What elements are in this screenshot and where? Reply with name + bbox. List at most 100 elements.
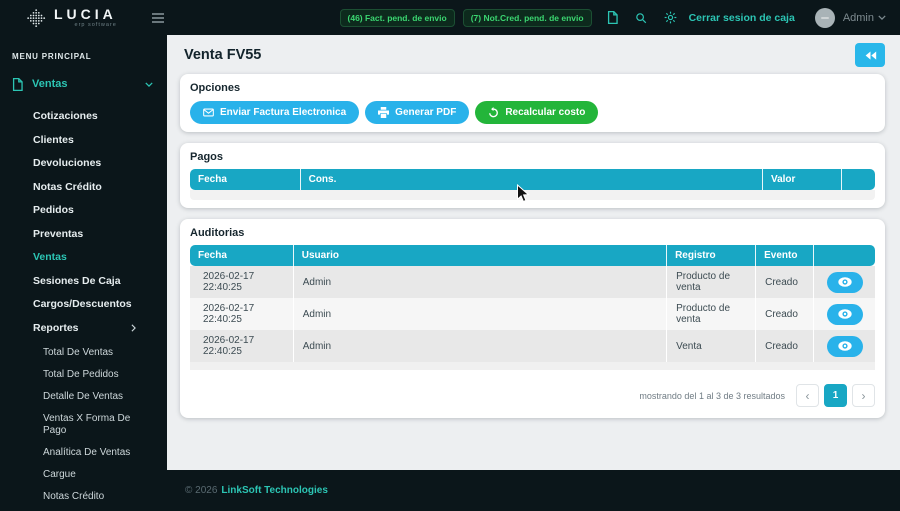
main-content: Venta FV55 Opciones Enviar Factura Elect… [167,35,900,470]
sidebar-subitem-total-de-pedidos[interactable]: Total De Pedidos [0,364,167,386]
sidebar: MENU PRINCIPAL Ventas CotizacionesClient… [0,35,167,511]
sidebar-parent-label: Ventas [32,78,67,90]
sidebar-item-cotizaciones[interactable]: Cotizaciones [0,105,167,129]
audit-cell-evento: Creado [755,330,813,362]
settings-nav-button[interactable] [662,9,679,26]
sidebar-toggle-button[interactable] [148,9,168,27]
audit-cell-registro: Producto de venta [666,298,755,330]
sidebar-item-reportes[interactable]: Reportes [0,317,167,341]
brand-tagline: erp software [75,22,117,28]
audit-col-actions [813,245,875,266]
user-avatar[interactable] [815,8,835,28]
document-nav-button[interactable] [605,9,620,26]
audit-cell-fecha: 2026-02-17 22:40:25 [190,266,293,298]
button-label: Generar PDF [395,107,456,118]
sidebar-item-clientes[interactable]: Clientes [0,129,167,153]
audit-cell-action [813,330,875,362]
auditorias-header-row: Fecha Usuario Registro Evento [190,245,875,266]
top-navbar: LUCIA erp software (46) Fact. pend. de e… [0,0,900,35]
sidebar-item-notas-credito[interactable]: Notas Crédito [0,176,167,200]
app-root: LUCIA erp software (46) Fact. pend. de e… [0,0,900,511]
search-icon [635,12,647,24]
view-audit-button[interactable] [827,304,863,325]
gear-icon [664,11,677,24]
audit-cell-registro: Venta [666,330,755,362]
hamburger-icon [152,13,164,23]
pagination-page-button[interactable]: 1 [824,384,847,407]
pagos-title: Pagos [190,151,875,163]
sidebar-item-cargos-descuentos[interactable]: Cargos/Descuentos [0,293,167,317]
sidebar-menu-list: CotizacionesClientesDevolucionesNotas Cr… [0,105,167,317]
opciones-buttons: Enviar Factura Electronica Generar PDF R… [190,101,875,124]
user-menu-toggle[interactable] [878,15,886,20]
eye-icon [838,309,852,319]
generar-pdf-button[interactable]: Generar PDF [365,101,469,124]
enviar-factura-electronica-button[interactable]: Enviar Factura Electronica [190,101,359,124]
eye-icon [838,277,852,287]
auditorias-title: Auditorias [190,227,875,239]
audit-cell-registro: Producto de venta [666,266,755,298]
sidebar-item-ventas[interactable]: Ventas [0,246,167,270]
audit-row: 2026-02-17 22:40:25AdminProducto de vent… [190,266,875,298]
sidebar-item-pedidos[interactable]: Pedidos [0,199,167,223]
audit-col-fecha: Fecha [190,245,293,266]
view-audit-button[interactable] [827,336,863,357]
brand-logo[interactable]: LUCIA erp software [0,7,148,29]
collapse-panel-button[interactable] [855,43,885,67]
audit-cell-fecha: 2026-02-17 22:40:25 [190,298,293,330]
sidebar-subitem-notas-credito[interactable]: Notas Crédito [0,486,167,508]
reportes-expand [131,324,136,332]
audit-cell-usuario: Admin [293,298,666,330]
auditorias-table: Fecha Usuario Registro Evento 2026-02-17… [190,245,875,362]
notas-credito-pendientes-badge[interactable]: (7) Not.Cred. pend. de envio [463,9,592,27]
sidebar-parent-toggle [145,82,153,87]
pagos-header-row: Fecha Cons. Valor [190,169,875,190]
pagos-col-cons: Cons. [300,169,762,190]
sidebar-subitem-analitica-de-ventas[interactable]: Analítica De Ventas [0,442,167,464]
sidebar-section-label: MENU PRINCIPAL [0,52,167,61]
footer-company-link[interactable]: LinkSoft Technologies [221,485,327,496]
sidebar-item-ventas-parent[interactable]: Ventas [0,76,167,92]
audit-cell-usuario: Admin [293,330,666,362]
view-audit-button[interactable] [827,272,863,293]
cerrar-sesion-caja-link[interactable]: Cerrar sesion de caja [689,12,795,24]
pagos-col-actions [841,169,875,190]
pagination: mostrando del 1 al 3 de 3 resultados ‹ 1… [190,384,875,410]
pagos-empty-body [190,190,875,200]
recalcular-costo-button[interactable]: Recalcular costo [475,101,598,124]
audit-cell-action [813,298,875,330]
sidebar-subitem-ventas-x-forma-de-pago[interactable]: Ventas X Forma De Pago [0,408,167,442]
printer-icon [378,107,389,118]
user-menu-label[interactable]: Admin [843,12,874,24]
sidebar-item-sesiones-de-caja[interactable]: Sesiones De Caja [0,270,167,294]
pagination-next-button[interactable]: › [852,384,875,407]
audit-row: 2026-02-17 22:40:25AdminVentaCreado [190,330,875,362]
audit-cell-usuario: Admin [293,266,666,298]
audit-cell-evento: Creado [755,298,813,330]
audit-row: 2026-02-17 22:40:25AdminProducto de vent… [190,298,875,330]
avatar-placeholder [821,17,829,19]
sidebar-subitem-detalle-de-ventas[interactable]: Detalle De Ventas [0,386,167,408]
refresh-icon [488,107,499,118]
pagos-col-fecha: Fecha [190,169,300,190]
pagos-col-valor: Valor [762,169,841,190]
pagination-prev-button[interactable]: ‹ [796,384,819,407]
navbar-right: (46) Fact. pend. de envio (7) Not.Cred. … [332,8,900,28]
opciones-card: Opciones Enviar Factura Electronica Gene… [180,74,885,132]
fast-backward-icon [864,50,877,61]
eye-icon [838,341,852,351]
audit-col-registro: Registro [666,245,755,266]
sidebar-item-devoluciones[interactable]: Devoluciones [0,152,167,176]
auditorias-card: Auditorias Fecha Usuario Registro Evento… [180,219,885,418]
facturas-pendientes-badge[interactable]: (46) Fact. pend. de envio [340,9,455,27]
search-nav-button[interactable] [633,10,649,26]
chevron-right-icon [131,324,136,332]
sidebar-subitem-total-de-ventas[interactable]: Total De Ventas [0,342,167,364]
document-icon [12,78,23,91]
pagination-summary: mostrando del 1 al 3 de 3 resultados [639,391,785,401]
audit-cell-action [813,266,875,298]
page-header: Venta FV55 [167,35,900,74]
chevron-down-icon [878,15,886,20]
sidebar-subitem-cargue[interactable]: Cargue [0,464,167,486]
sidebar-item-preventas[interactable]: Preventas [0,223,167,247]
